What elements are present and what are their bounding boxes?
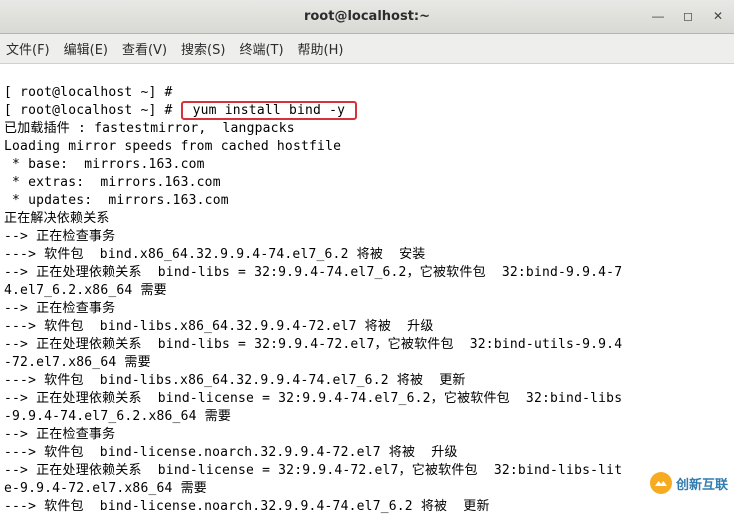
menu-file[interactable]: 文件(F) (6, 39, 50, 58)
term-line: --> 正在处理依赖关系 bind-libs = 32:9.9.4-72.el7… (4, 337, 622, 352)
term-line: ---> 软件包 bind.x86_64.32.9.9.4-74.el7_6.2… (4, 247, 426, 262)
prompt-line: [ root@localhost ~] # (4, 85, 181, 100)
prompt-line: [ root@localhost ~] # (4, 103, 181, 118)
command-highlight: yum install bind -y (181, 101, 358, 120)
menu-view[interactable]: 查看(V) (122, 39, 167, 58)
menubar: 文件(F) 编辑(E) 查看(V) 搜索(S) 终端(T) 帮助(H) (0, 34, 734, 64)
close-button[interactable]: ✕ (708, 6, 728, 26)
window-title: root@localhost:~ (304, 9, 430, 24)
menu-help[interactable]: 帮助(H) (298, 39, 344, 58)
term-line: ---> 软件包 bind-libs.x86_64.32.9.9.4-74.el… (4, 373, 466, 388)
window-buttons: — ◻ ✕ (648, 6, 728, 26)
term-line: ---> 软件包 bind-license.noarch.32.9.9.4-72… (4, 445, 458, 460)
term-line: ---> 软件包 bind-libs.x86_64.32.9.9.4-72.el… (4, 319, 434, 334)
menu-terminal[interactable]: 终端(T) (239, 39, 283, 58)
term-line: Loading mirror speeds from cached hostfi… (4, 139, 341, 154)
menu-search[interactable]: 搜索(S) (181, 39, 225, 58)
term-line: * extras: mirrors.163.com (4, 175, 221, 190)
term-line: --> 正在检查事务 (4, 427, 115, 442)
term-line: -72.el7.x86_64 需要 (4, 355, 151, 370)
menu-edit[interactable]: 编辑(E) (64, 39, 108, 58)
watermark-logo-icon (650, 472, 672, 494)
maximize-button[interactable]: ◻ (678, 6, 698, 26)
term-line: --> 正在检查事务 (4, 301, 115, 316)
watermark: 创新互联 (650, 472, 728, 494)
term-line: e-9.9.4-72.el7.x86_64 需要 (4, 481, 207, 496)
term-line: * base: mirrors.163.com (4, 157, 205, 172)
term-line: --> 正在检查事务 (4, 229, 115, 244)
watermark-text: 创新互联 (676, 474, 728, 493)
terminal-area[interactable]: [ root@localhost ~] # [ root@localhost ~… (0, 64, 734, 518)
titlebar: root@localhost:~ — ◻ ✕ (0, 0, 734, 34)
term-line: * updates: mirrors.163.com (4, 193, 229, 208)
term-line: 正在解决依赖关系 (4, 211, 110, 226)
term-line: --> 正在处理依赖关系 bind-license = 32:9.9.4-72.… (4, 463, 622, 478)
term-line: 4.el7_6.2.x86_64 需要 (4, 283, 167, 298)
term-line: 已加载插件 : fastestmirror, langpacks (4, 121, 295, 136)
term-line: --> 正在处理依赖关系 bind-libs = 32:9.9.4-74.el7… (4, 265, 622, 280)
term-line: -9.9.4-74.el7_6.2.x86_64 需要 (4, 409, 231, 424)
term-line: --> 正在处理依赖关系 bind-license = 32:9.9.4-74.… (4, 391, 622, 406)
term-line: ---> 软件包 bind-license.noarch.32.9.9.4-74… (4, 499, 490, 514)
minimize-button[interactable]: — (648, 6, 668, 26)
